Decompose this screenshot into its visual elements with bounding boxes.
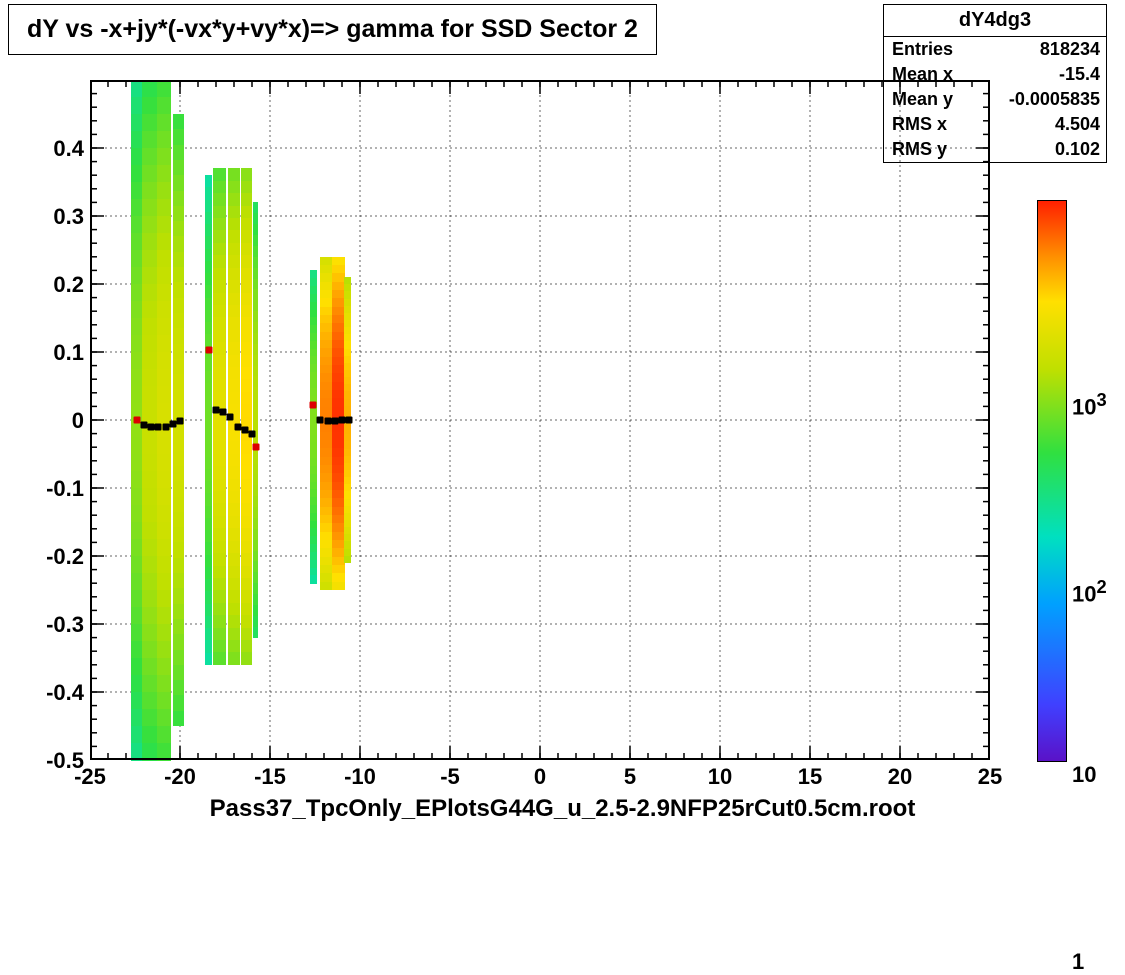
profile-point bbox=[155, 423, 162, 430]
x-tick-label: 0 bbox=[534, 764, 546, 790]
profile-point bbox=[220, 408, 227, 415]
y-tick-label: -0.2 bbox=[24, 544, 84, 570]
profile-point bbox=[177, 418, 184, 425]
x-tick-label: 5 bbox=[624, 764, 636, 790]
profile-point bbox=[141, 422, 148, 429]
x-tick-label: 15 bbox=[798, 764, 822, 790]
y-tick-label: 0.1 bbox=[24, 340, 84, 366]
profile-point bbox=[169, 421, 176, 428]
profile-point bbox=[227, 414, 234, 421]
profile-point bbox=[317, 417, 324, 424]
stats-row: Entries818234 bbox=[884, 37, 1106, 62]
plot-title: dY vs -x+jy*(-vx*y+vy*x)=> gamma for SSD… bbox=[8, 4, 657, 55]
profile-point bbox=[205, 346, 212, 353]
stats-name: dY4dg3 bbox=[884, 5, 1106, 37]
colorbar: 110102103 bbox=[1037, 200, 1067, 762]
x-tick-label: -5 bbox=[440, 764, 460, 790]
profile-point bbox=[249, 430, 256, 437]
profile-point bbox=[339, 417, 346, 424]
x-tick-label: -15 bbox=[254, 764, 286, 790]
colorbar-tick-label: 102 bbox=[1072, 576, 1107, 607]
x-tick-label: 10 bbox=[708, 764, 732, 790]
profile-point bbox=[234, 423, 241, 430]
profile-point bbox=[148, 423, 155, 430]
profile-point bbox=[346, 417, 353, 424]
source-caption: Pass37_TpcOnly_EPlotsG44G_u_2.5-2.9NFP25… bbox=[0, 795, 1125, 823]
profile-point bbox=[324, 418, 331, 425]
y-tick-label: 0 bbox=[24, 408, 84, 434]
y-tick-label: 0.3 bbox=[24, 204, 84, 230]
colorbar-tick-label: 10 bbox=[1072, 762, 1096, 788]
profile-point bbox=[213, 406, 220, 413]
plot-area bbox=[90, 80, 990, 760]
x-tick-label: 25 bbox=[978, 764, 1002, 790]
colorbar-tick-label: 1 bbox=[1072, 949, 1084, 975]
colorbar-tick-label: 103 bbox=[1072, 389, 1107, 420]
x-tick-label: -10 bbox=[344, 764, 376, 790]
x-tick-label: 20 bbox=[888, 764, 912, 790]
profile-point bbox=[331, 418, 338, 425]
profile-layer bbox=[90, 80, 990, 760]
root-canvas: dY vs -x+jy*(-vx*y+vy*x)=> gamma for SSD… bbox=[0, 0, 1125, 825]
profile-point bbox=[241, 427, 248, 434]
profile-point bbox=[133, 417, 140, 424]
profile-point bbox=[252, 444, 259, 451]
x-tick-label: -20 bbox=[164, 764, 196, 790]
y-tick-label: 0.2 bbox=[24, 272, 84, 298]
x-tick-label: -25 bbox=[74, 764, 106, 790]
y-tick-label: 0.4 bbox=[24, 136, 84, 162]
y-tick-label: -0.1 bbox=[24, 476, 84, 502]
y-tick-label: -0.4 bbox=[24, 680, 84, 706]
y-tick-label: -0.3 bbox=[24, 612, 84, 638]
profile-point bbox=[162, 423, 169, 430]
profile-point bbox=[310, 402, 317, 409]
